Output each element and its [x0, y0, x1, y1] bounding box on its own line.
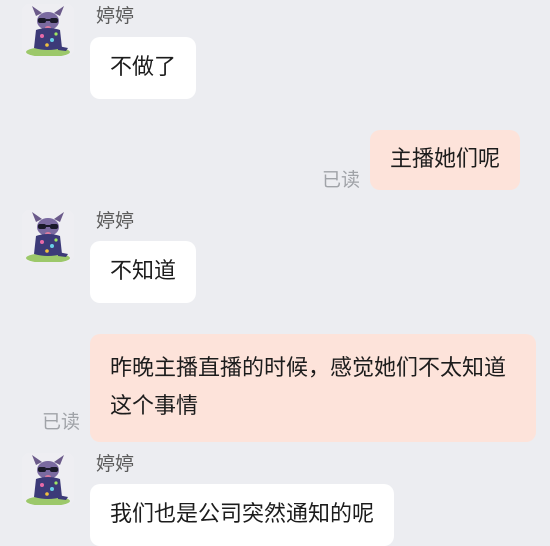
chihuahua-avatar-icon — [22, 210, 74, 262]
read-receipt: 已读 — [42, 411, 81, 433]
chihuahua-avatar-icon — [22, 453, 74, 505]
incoming-message-bubble[interactable]: 不知道 — [90, 241, 197, 303]
sender-name: 婷婷 — [96, 210, 135, 232]
sender-name: 婷婷 — [96, 5, 135, 27]
sender-name: 婷婷 — [96, 453, 135, 475]
outgoing-message-bubble[interactable]: 昨晚主播直播的时候，感觉她们不太知道这个事情 — [90, 334, 536, 442]
avatar[interactable] — [22, 210, 74, 262]
incoming-message-bubble[interactable]: 不做了 — [90, 37, 197, 99]
avatar[interactable] — [22, 4, 74, 56]
incoming-message-bubble[interactable]: 我们也是公司突然通知的呢 — [90, 484, 395, 546]
read-receipt: 已读 — [322, 169, 361, 191]
chihuahua-avatar-icon — [22, 4, 74, 56]
avatar[interactable] — [22, 453, 74, 505]
outgoing-message-bubble[interactable]: 主播她们呢 — [370, 130, 521, 190]
